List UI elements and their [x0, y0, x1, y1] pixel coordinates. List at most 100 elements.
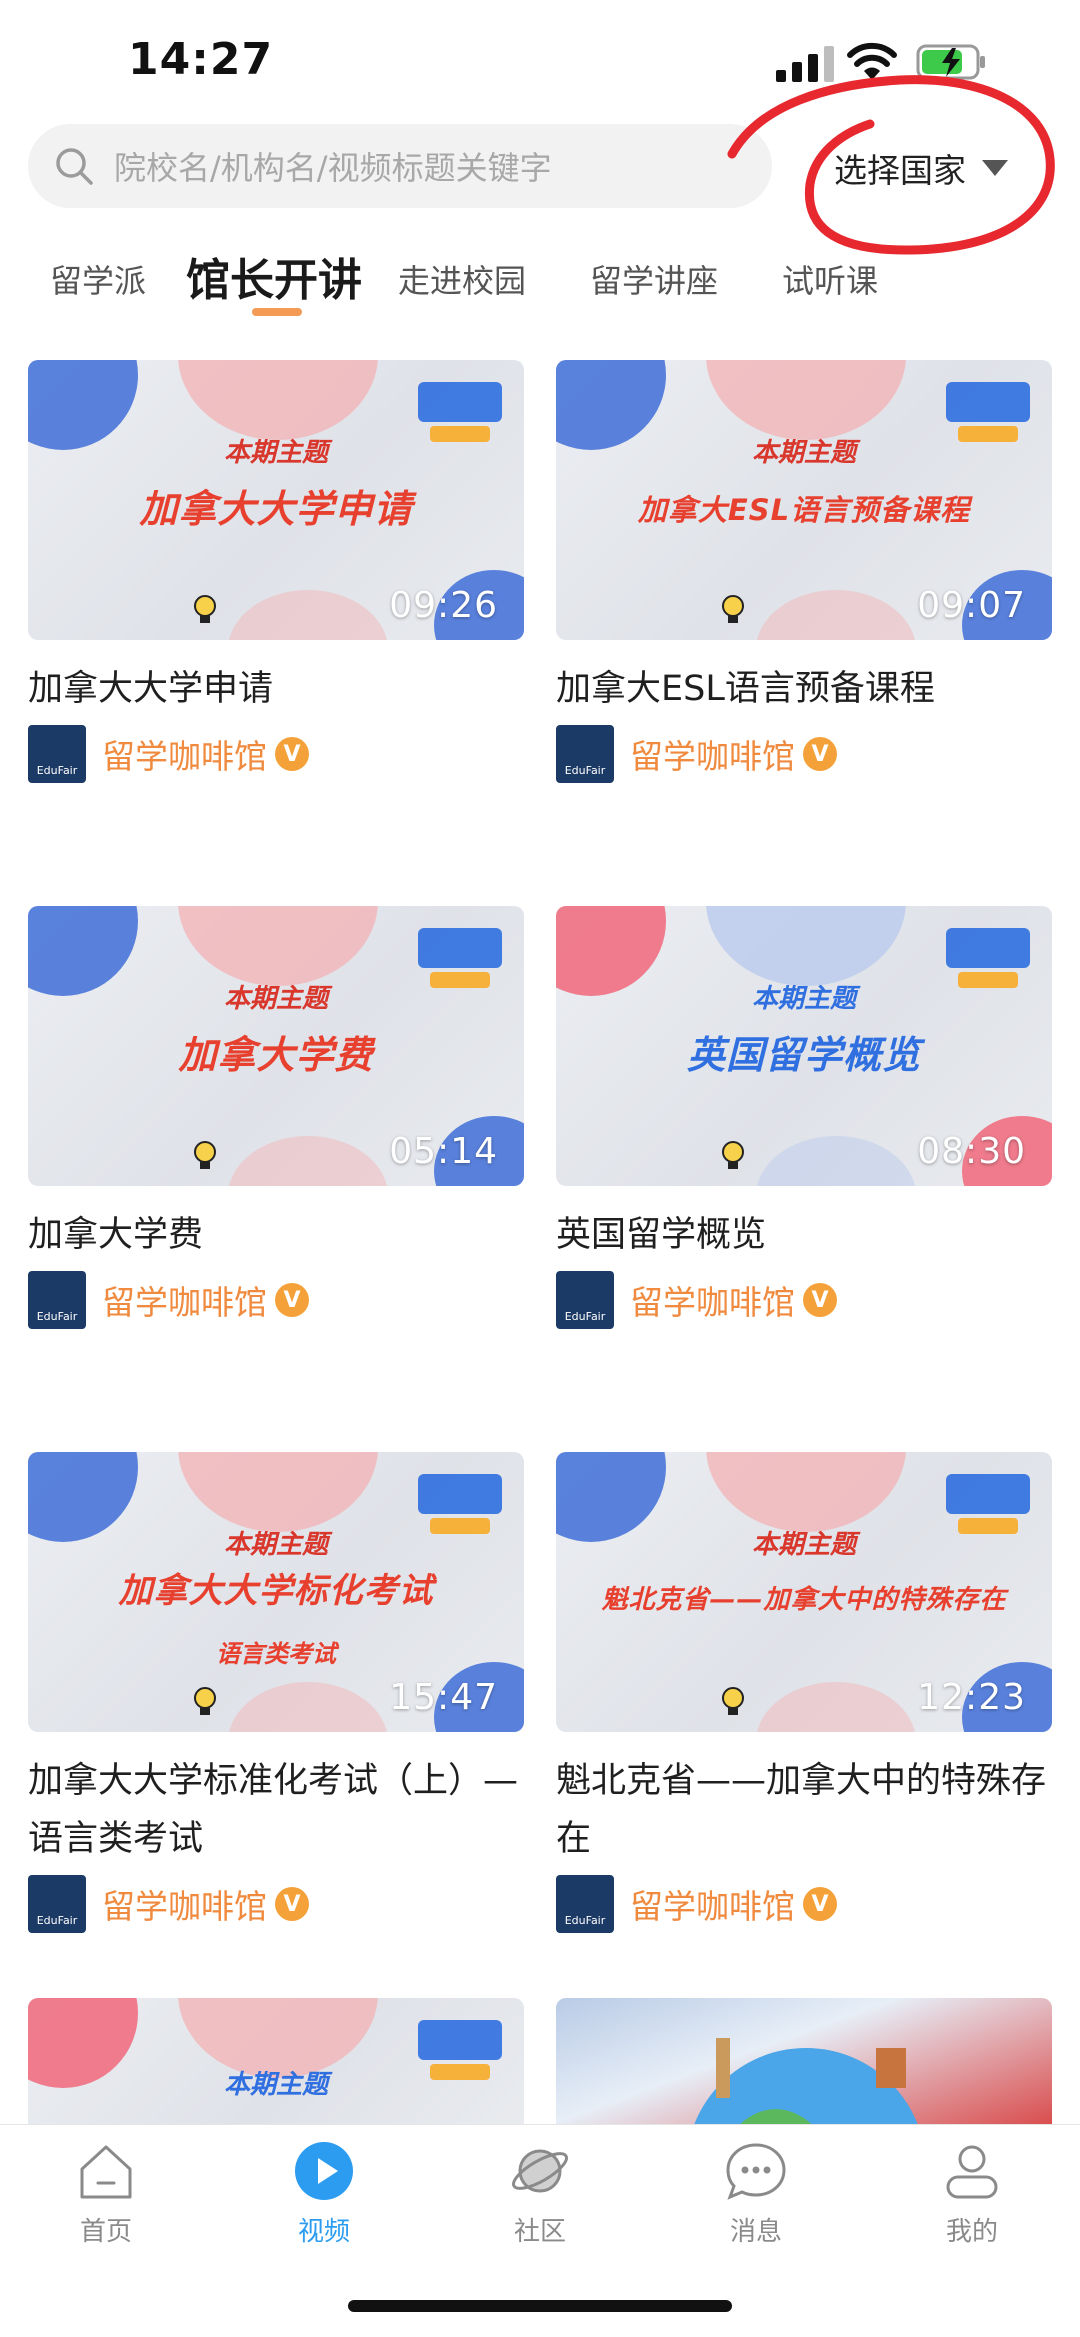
author-row[interactable]: EduFair 留学咖啡馆 V [556, 1874, 1052, 1934]
avatar: EduFair [556, 1271, 614, 1329]
video-thumbnail[interactable]: 本期主题 加拿大学费 05:14 [28, 906, 524, 1186]
battery-charging-icon [916, 44, 985, 80]
video-card[interactable]: 本期主题 加拿大大学标化考试 语言类考试 15:47 加拿大大学标准化考试（上）… [28, 1452, 524, 1934]
author-row[interactable]: EduFair 留学咖啡馆 V [28, 1270, 524, 1330]
active-tab-indicator [252, 308, 302, 316]
wifi-icon [847, 42, 897, 80]
category-tabs: 留学派 馆长开讲 走进校园 留学讲座 试听课 [0, 236, 1080, 326]
thumb-topic-label: 本期主题 [223, 438, 328, 468]
verified-badge-icon: V [275, 1283, 309, 1317]
author-name: 留学咖啡馆 [102, 1887, 267, 1926]
tab-shiting-ke[interactable]: 试听课 [782, 256, 878, 302]
video-duration: 12:23 [917, 1677, 1026, 1718]
thumb-topic-label: 本期主题 [751, 984, 856, 1014]
author-row[interactable]: EduFair 留学咖啡馆 V [28, 724, 524, 784]
nav-label: 消息 [729, 2217, 782, 2247]
country-select-label: 选择国家 [834, 151, 966, 190]
video-title[interactable]: 英国留学概览 [556, 1206, 1052, 1264]
lightbulb-icon [194, 595, 216, 623]
thumb-title: 加拿大大学申请 [139, 487, 413, 531]
nav-label: 我的 [945, 2217, 998, 2247]
home-icon [80, 2145, 132, 2199]
status-bar: 14:27 [0, 0, 1080, 120]
globe-illustration-icon [692, 2038, 920, 2128]
thumb-title: 魁北克省——加拿大中的特殊存在 [601, 1585, 1007, 1615]
author-name: 留学咖啡馆 [630, 1887, 795, 1926]
thumb-subtitle: 语言类考试 [216, 1640, 336, 1668]
avatar: EduFair [28, 1875, 86, 1933]
video-title[interactable]: 加拿大大学申请 [28, 660, 524, 718]
video-card[interactable]: 本期主题 英国留学概览 08:30 英国留学概览 EduFair 留学咖啡馆 V [556, 906, 1052, 1330]
search-input[interactable]: 院校名/机构名/视频标题关键字 [28, 124, 772, 208]
author-name: 留学咖啡馆 [630, 1283, 795, 1322]
country-select-dropdown[interactable]: 选择国家 [834, 138, 1010, 198]
thumb-topic-label: 本期主题 [751, 438, 856, 468]
video-card[interactable]: 本期主题 加拿大学费 05:14 加拿大学费 EduFair 留学咖啡馆 V [28, 906, 524, 1330]
cellular-signal-icon [776, 46, 834, 82]
author-name: 留学咖啡馆 [102, 737, 267, 776]
lightbulb-icon [194, 1687, 216, 1715]
caret-down-icon [982, 160, 1008, 176]
video-duration: 09:26 [389, 585, 498, 626]
thumb-topic-label: 本期主题 [751, 1530, 856, 1560]
thumb-title: 英国留学概览 [686, 1033, 921, 1077]
message-icon [726, 2143, 786, 2200]
profile-icon [946, 2145, 998, 2199]
author-name: 留学咖啡馆 [630, 737, 795, 776]
tab-liuxue-jiangzuo[interactable]: 留学讲座 [590, 256, 718, 302]
verified-badge-icon: V [803, 1887, 837, 1921]
nav-label: 首页 [79, 2217, 132, 2247]
search-placeholder: 院校名/机构名/视频标题关键字 [114, 149, 552, 187]
video-thumbnail[interactable]: 本期主题 [28, 1998, 524, 2128]
lightbulb-icon [722, 1687, 744, 1715]
lightbulb-icon [722, 595, 744, 623]
video-thumbnail[interactable]: 本期主题 加拿大大学标化考试 语言类考试 15:47 [28, 1452, 524, 1732]
status-time: 14:27 [128, 34, 274, 85]
nav-profile[interactable]: 我的 [902, 2139, 1042, 2248]
video-thumbnail[interactable]: 本期主题 加拿大ESL语言预备课程 09:07 [556, 360, 1052, 640]
video-thumbnail[interactable]: 本期主题 加拿大大学申请 09:26 [28, 360, 524, 640]
nav-messages[interactable]: 消息 [686, 2139, 826, 2248]
thumb-title: 加拿大学费 [178, 1033, 374, 1077]
play-icon [295, 2142, 353, 2200]
video-card[interactable] [556, 1998, 1052, 2128]
video-card[interactable]: 本期主题 [28, 1998, 524, 2128]
home-indicator[interactable] [348, 2300, 732, 2312]
video-duration: 05:14 [389, 1131, 498, 1172]
nav-home[interactable]: 首页 [36, 2139, 176, 2248]
tab-liuxuepai[interactable]: 留学派 [50, 256, 146, 302]
avatar: EduFair [28, 725, 86, 783]
video-card[interactable]: 本期主题 魁北克省——加拿大中的特殊存在 12:23 魁北克省——加拿大中的特殊… [556, 1452, 1052, 1934]
planet-icon [512, 2149, 568, 2193]
tab-guanzhang-kaijiang[interactable]: 馆长开讲 [186, 244, 362, 308]
video-thumbnail[interactable]: 本期主题 英国留学概览 08:30 [556, 906, 1052, 1186]
search-icon [56, 148, 93, 185]
thumb-title: 加拿大大学标化考试 [118, 1571, 434, 1611]
verified-badge-icon: V [803, 737, 837, 771]
thumb-topic-label: 本期主题 [223, 984, 328, 1014]
thumb-topic-label: 本期主题 [223, 1530, 328, 1560]
video-card[interactable]: 本期主题 加拿大大学申请 09:26 加拿大大学申请 EduFair 留学咖啡馆… [28, 360, 524, 784]
verified-badge-icon: V [803, 1283, 837, 1317]
nav-label: 社区 [513, 2217, 566, 2247]
author-row[interactable]: EduFair 留学咖啡馆 V [556, 1270, 1052, 1330]
author-row[interactable]: EduFair 留学咖啡馆 V [556, 724, 1052, 784]
verified-badge-icon: V [275, 1887, 309, 1921]
video-thumbnail[interactable]: 本期主题 魁北克省——加拿大中的特殊存在 12:23 [556, 1452, 1052, 1732]
avatar: EduFair [556, 1875, 614, 1933]
video-card[interactable]: 本期主题 加拿大ESL语言预备课程 09:07 加拿大ESL语言预备课程 Edu… [556, 360, 1052, 784]
nav-video[interactable]: 视频 [254, 2139, 394, 2248]
nav-community[interactable]: 社区 [470, 2139, 610, 2248]
avatar: EduFair [28, 1271, 86, 1329]
verified-badge-icon: V [275, 737, 309, 771]
avatar: EduFair [556, 725, 614, 783]
tab-zoujin-xiaoyuan[interactable]: 走进校园 [398, 256, 526, 302]
author-row[interactable]: EduFair 留学咖啡馆 V [28, 1874, 524, 1934]
video-title[interactable]: 加拿大大学标准化考试（上）—语言类考试 [28, 1752, 524, 1868]
video-title[interactable]: 加拿大学费 [28, 1206, 524, 1264]
video-title[interactable]: 魁北克省——加拿大中的特殊存在 [556, 1752, 1052, 1868]
video-duration: 15:47 [389, 1677, 498, 1718]
video-thumbnail[interactable] [556, 1998, 1052, 2128]
author-name: 留学咖啡馆 [102, 1283, 267, 1322]
video-title[interactable]: 加拿大ESL语言预备课程 [556, 660, 1052, 718]
